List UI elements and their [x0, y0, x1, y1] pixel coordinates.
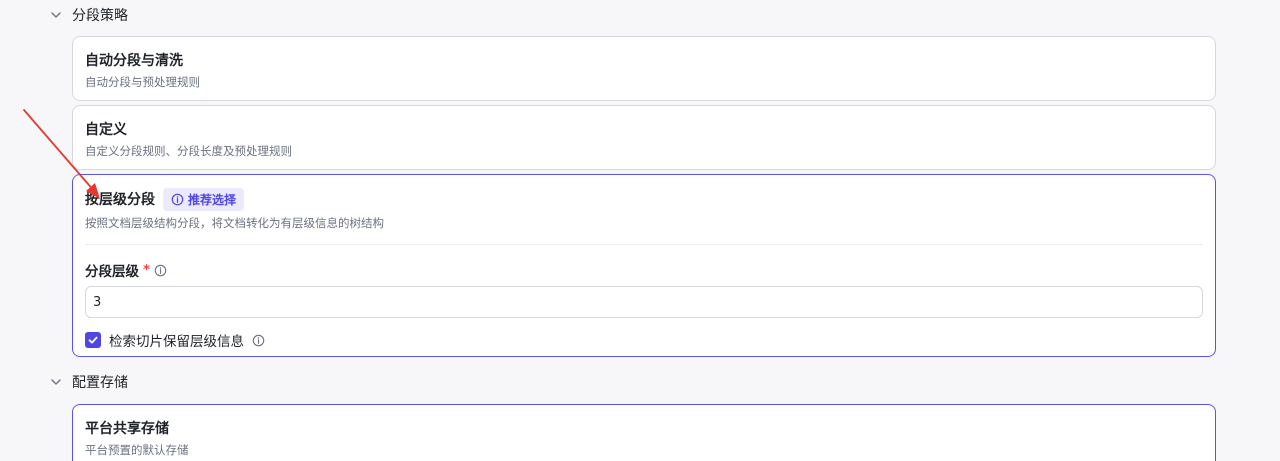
option-card-auto[interactable]: 自动分段与清洗 自动分段与预处理规则: [72, 36, 1216, 101]
option-card-hierarchical[interactable]: 按层级分段 推荐选择 按照文档层级结构分段，将文档转化为有层级信息的树结构 分段…: [72, 174, 1216, 357]
option-description: 按照文档层级结构分段，将文档转化为有层级信息的树结构: [85, 216, 384, 230]
retain-level-checkbox[interactable]: [85, 332, 101, 348]
option-description: 自定义分段规则、分段长度及预处理规则: [85, 144, 292, 158]
option-title: 自定义: [85, 122, 127, 138]
info-icon[interactable]: [252, 334, 265, 347]
option-title: 自动分段与清洗: [85, 53, 183, 69]
section-title: 分段策略: [72, 8, 128, 24]
required-mark: *: [143, 262, 151, 278]
chevron-down-icon: [50, 9, 62, 21]
recommended-badge: 推荐选择: [163, 188, 245, 211]
badge-label: 推荐选择: [188, 193, 237, 207]
option-description: 自动分段与预处理规则: [85, 75, 200, 89]
option-card-custom[interactable]: 自定义 自定义分段规则、分段长度及预处理规则: [72, 105, 1216, 170]
section-header-storage[interactable]: 配置存储: [50, 372, 128, 392]
level-field-label: 分段层级 *: [85, 260, 1203, 280]
option-description: 平台预置的默认存储: [85, 443, 189, 457]
retain-level-checkbox-row: 检索切片保留层级信息: [85, 330, 1203, 350]
option-title: 平台共享存储: [85, 421, 169, 437]
divider: [85, 244, 1203, 245]
level-input[interactable]: [85, 286, 1203, 318]
storage-card-shared[interactable]: 平台共享存储 平台预置的默认存储: [72, 404, 1216, 461]
info-icon: [171, 193, 184, 206]
chevron-down-icon: [50, 376, 62, 388]
section-title: 配置存储: [72, 375, 128, 391]
level-label-text: 分段层级: [85, 264, 139, 280]
check-icon: [88, 336, 98, 344]
option-title: 按层级分段: [85, 191, 155, 208]
section-header-segmentation[interactable]: 分段策略: [50, 5, 128, 25]
option-title-row: 按层级分段 推荐选择: [85, 188, 1203, 211]
info-icon[interactable]: [154, 264, 167, 277]
retain-level-label: 检索切片保留层级信息: [109, 334, 244, 350]
